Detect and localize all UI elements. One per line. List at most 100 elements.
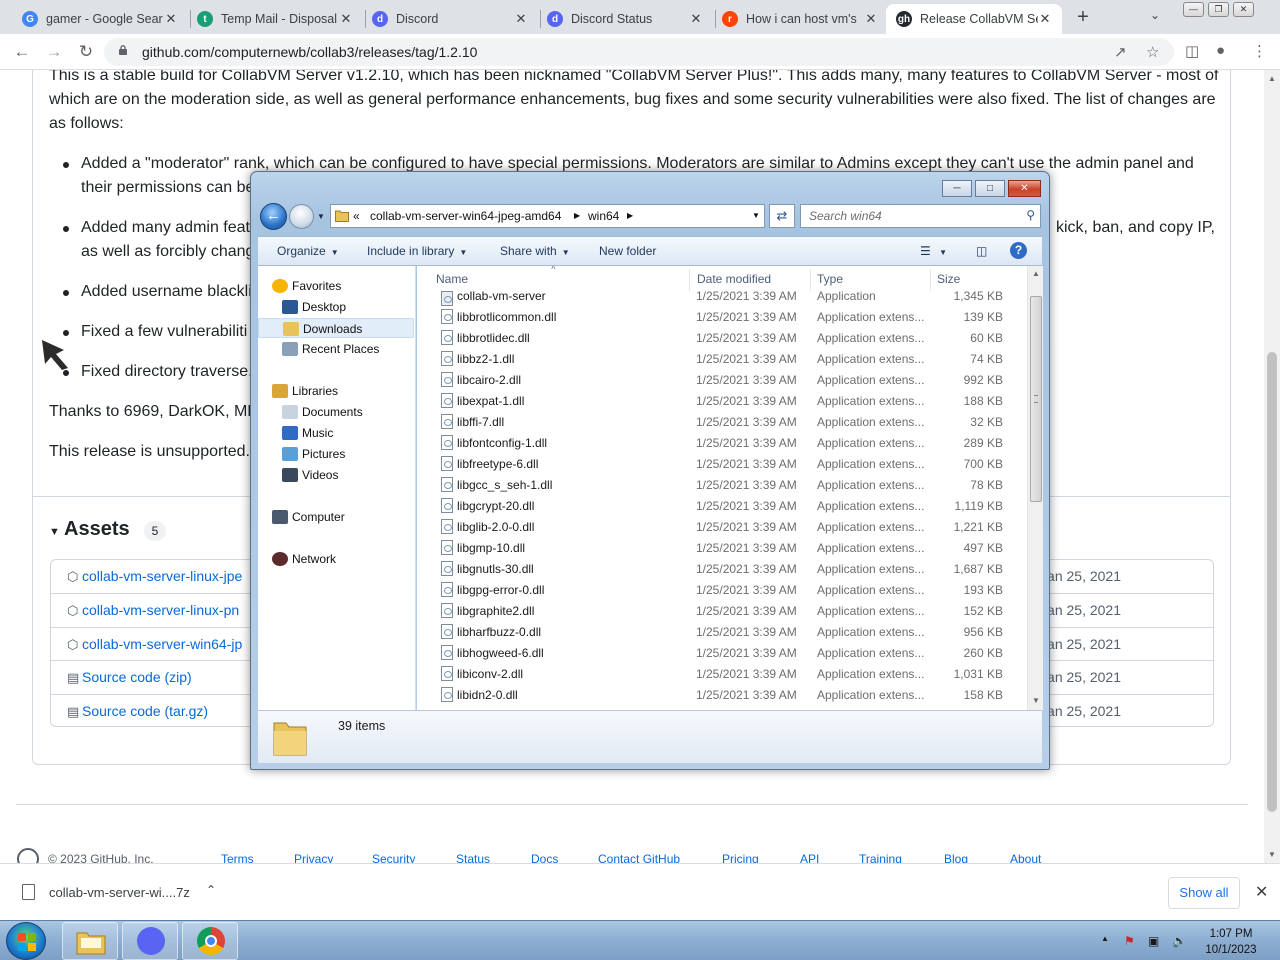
browser-tab[interactable]: gh Release CollabVM Se ✕	[886, 4, 1062, 34]
nav-item-libraries[interactable]: Libraries	[258, 381, 414, 401]
browser-tab[interactable]: d Discord ✕	[362, 4, 538, 34]
caret-down-icon[interactable]: ▼	[49, 526, 60, 538]
explorer-minimize-button[interactable]: ─	[942, 180, 972, 197]
column-header-type[interactable]: Type	[817, 272, 843, 286]
tab-close-icon[interactable]: ✕	[689, 11, 703, 27]
footer-link[interactable]: Pricing	[722, 852, 759, 863]
taskbar-chrome[interactable]	[182, 922, 238, 960]
explorer-maximize-button[interactable]: □	[975, 180, 1005, 197]
share-icon[interactable]: ↗	[1114, 43, 1127, 61]
side-panel-icon[interactable]: ◫	[1185, 42, 1199, 60]
action-center-flag-icon[interactable]: ⚑	[1124, 934, 1135, 948]
column-header-date[interactable]: Date modified	[697, 272, 771, 286]
chevron-up-icon[interactable]: ⌃	[206, 883, 216, 897]
nav-item-computer[interactable]: Computer	[258, 507, 414, 527]
file-row[interactable]: libgraphite2.dll 1/25/2021 3:39 AM Applica…	[417, 600, 1027, 621]
new-tab-button[interactable]: +	[1072, 6, 1094, 28]
tray-expand-icon[interactable]: ▲	[1101, 934, 1109, 943]
scroll-down-arrow-icon[interactable]: ▼	[1268, 850, 1276, 859]
browser-tab[interactable]: d Discord Status ✕	[537, 4, 713, 34]
tab-close-icon[interactable]: ✕	[164, 11, 178, 27]
asset-link[interactable]: collab-vm-server-linux-pn	[82, 602, 239, 618]
footer-link[interactable]: Blog	[944, 852, 968, 863]
file-row[interactable]: libgcc_s_seh-1.dll 1/25/2021 3:39 AM Appli…	[417, 474, 1027, 495]
tab-close-icon[interactable]: ✕	[514, 11, 528, 27]
tab-close-icon[interactable]: ✕	[339, 11, 353, 27]
profile-avatar-icon[interactable]: ●	[1216, 42, 1225, 59]
breadcrumb-item[interactable]: collab-vm-server-win64-jpeg-amd64	[370, 209, 561, 223]
recent-pages-chevron-icon[interactable]: ▼	[317, 212, 325, 221]
taskbar-discord[interactable]	[122, 922, 178, 960]
organize-menu[interactable]: Organize ▼	[277, 244, 339, 258]
breadcrumb-arrow-icon[interactable]: ▶	[574, 211, 580, 220]
page-scrollbar[interactable]: ▲ ▼	[1264, 70, 1280, 863]
browser-tab[interactable]: Ggamer - Google Sear ✕	[12, 4, 188, 34]
footer-link[interactable]: Terms	[221, 852, 254, 863]
preview-pane-icon[interactable]: ◫	[976, 244, 987, 258]
nav-item-favorites[interactable]: Favorites	[258, 276, 414, 296]
restore-button[interactable]: ❐	[1208, 2, 1229, 17]
footer-link[interactable]: Privacy	[294, 852, 333, 863]
nav-item-documents[interactable]: Documents	[258, 402, 414, 422]
tab-close-icon[interactable]: ✕	[1038, 11, 1052, 27]
explorer-window[interactable]: ─ □ ✕ ← ▼ « collab-vm-server-win64-jpeg-…	[250, 171, 1050, 770]
bookmark-star-icon[interactable]: ☆	[1146, 43, 1159, 61]
file-row[interactable]: libidn2-0.dll 1/25/2021 3:39 AM Applicatio…	[417, 684, 1027, 705]
back-arrow-icon[interactable]: ←	[10, 40, 34, 64]
file-row[interactable]: libgmp-10.dll 1/25/2021 3:39 AM Applicatio…	[417, 537, 1027, 558]
file-row[interactable]: libiconv-2.dll 1/25/2021 3:39 AM Applicati…	[417, 663, 1027, 684]
minimize-button[interactable]: —	[1183, 2, 1204, 17]
back-button[interactable]: ←	[260, 203, 287, 230]
new-folder-button[interactable]: New folder	[599, 244, 656, 258]
nav-item-desktop[interactable]: Desktop	[258, 297, 414, 317]
include-in-library-menu[interactable]: Include in library ▼	[367, 244, 467, 258]
file-row[interactable]: libgcrypt-20.dll 1/25/2021 3:39 AM Applica…	[417, 495, 1027, 516]
breadcrumb-arrow-icon[interactable]: ▶	[627, 211, 633, 220]
asset-link[interactable]: Source code (tar.gz)	[82, 703, 208, 719]
footer-link[interactable]: Docs	[531, 852, 558, 863]
file-row[interactable]: collab-vm-server 1/25/2021 3:39 AM Applica…	[417, 288, 1027, 306]
address-bar[interactable]: github.com/computernewb/collab3/releases…	[104, 38, 1174, 66]
forward-button[interactable]	[289, 204, 314, 229]
view-options-icon[interactable]: ☰ ▼	[920, 244, 947, 258]
footer-link[interactable]: API	[800, 852, 819, 863]
footer-link[interactable]: Status	[456, 852, 490, 863]
explorer-address-bar[interactable]: « collab-vm-server-win64-jpeg-amd64 ▶ wi…	[330, 204, 765, 228]
search-input[interactable]: Search win64 ⚲	[800, 204, 1041, 228]
close-icon[interactable]: ✕	[1255, 882, 1268, 902]
tab-close-icon[interactable]: ✕	[864, 11, 878, 27]
help-icon[interactable]: ?	[1010, 242, 1027, 259]
address-dropdown-icon[interactable]: ▼	[752, 211, 760, 220]
github-logo-icon[interactable]	[17, 848, 39, 863]
reload-icon[interactable]: ↻	[74, 40, 98, 64]
scroll-up-arrow-icon[interactable]: ▲	[1032, 269, 1040, 278]
breadcrumb-overflow[interactable]: «	[353, 209, 360, 223]
scroll-down-arrow-icon[interactable]: ▼	[1032, 696, 1040, 705]
nav-item-network[interactable]: Network	[258, 549, 414, 569]
download-item[interactable]: collab-vm-server-wi....7z	[49, 885, 190, 900]
file-row[interactable]: libfontconfig-1.dll 1/25/2021 3:39 AM Appl…	[417, 432, 1027, 453]
file-row[interactable]: libhogweed-6.dll 1/25/2021 3:39 AM Applica…	[417, 642, 1027, 663]
file-row[interactable]: libharfbuzz-0.dll 1/25/2021 3:39 AM Applic…	[417, 621, 1027, 642]
browser-tab[interactable]: r How i can host vm's ✕	[712, 4, 888, 34]
taskbar-explorer[interactable]	[62, 922, 118, 960]
menu-kebab-icon[interactable]: ⋮	[1252, 42, 1267, 60]
explorer-close-button[interactable]: ✕	[1008, 180, 1041, 197]
file-row[interactable]: libcairo-2.dll 1/25/2021 3:39 AM Applicati…	[417, 369, 1027, 390]
file-row[interactable]: libgpg-error-0.dll 1/25/2021 3:39 AM Appli…	[417, 579, 1027, 600]
network-tray-icon[interactable]: ▣	[1148, 934, 1159, 948]
asset-link[interactable]: collab-vm-server-win64-jp	[82, 636, 242, 652]
taskbar-clock[interactable]: 1:07 PM 10/1/2023	[1196, 926, 1266, 958]
assets-heading[interactable]: Assets	[64, 518, 130, 541]
show-all-button[interactable]: Show all	[1168, 877, 1240, 909]
close-window-button[interactable]: ✕	[1233, 2, 1254, 17]
nav-item-videos[interactable]: Videos	[258, 465, 414, 485]
start-button[interactable]	[6, 922, 46, 960]
file-row[interactable]: libglib-2.0-0.dll 1/25/2021 3:39 AM Applic…	[417, 516, 1027, 537]
footer-link[interactable]: Contact GitHub	[598, 852, 680, 863]
browser-tab[interactable]: t Temp Mail - Disposal ✕	[187, 4, 363, 34]
footer-link[interactable]: Training	[859, 852, 902, 863]
scroll-up-arrow-icon[interactable]: ▲	[1268, 74, 1276, 83]
file-row[interactable]: libexpat-1.dll 1/25/2021 3:39 AM Applicati…	[417, 390, 1027, 411]
file-row[interactable]: libbz2-1.dll 1/25/2021 3:39 AM Application…	[417, 348, 1027, 369]
